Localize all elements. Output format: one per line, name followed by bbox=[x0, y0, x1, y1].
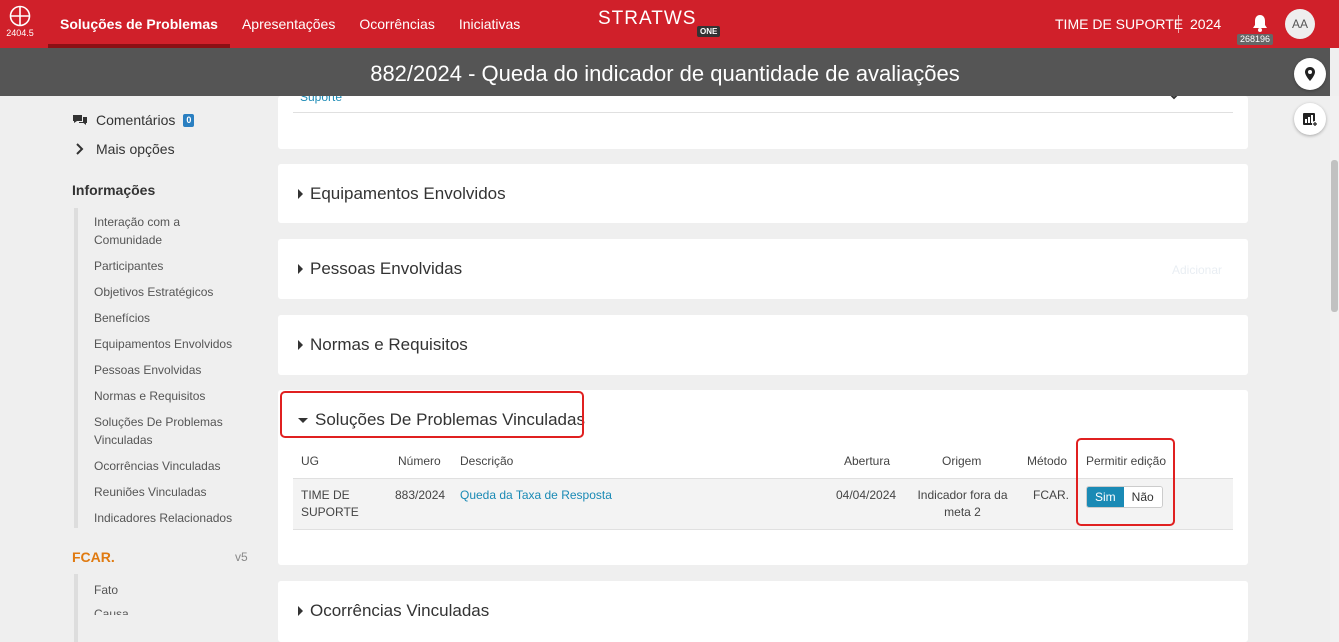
section-pessoas-title: Pessoas Envolvidas bbox=[310, 259, 463, 278]
app-logo[interactable]: 2404.5 bbox=[4, 5, 36, 45]
brand-sub: ONE bbox=[697, 26, 721, 37]
comments-icon bbox=[73, 115, 87, 125]
section-equipamentos-toggle[interactable]: Equipamentos Envolvidos bbox=[298, 184, 506, 204]
section-solucoes-title: Soluções De Problemas Vinculadas bbox=[315, 410, 585, 429]
section-pessoas: Pessoas Envolvidas Adicionar bbox=[278, 239, 1248, 299]
add-report-button[interactable] bbox=[1294, 103, 1326, 135]
section-normas-toggle[interactable]: Normas e Requisitos bbox=[298, 335, 468, 355]
section-solucoes-toggle[interactable]: Soluções De Problemas Vinculadas bbox=[298, 410, 585, 430]
cell-numero: 883/2024 bbox=[395, 488, 446, 502]
fcar-item-causa[interactable]: Causa bbox=[78, 605, 248, 615]
chevron-right-icon bbox=[76, 143, 84, 155]
col-ug-header: UG bbox=[301, 454, 319, 468]
cell-origem: Indicador fora da meta 2 bbox=[917, 488, 1008, 519]
bell-icon[interactable] bbox=[1250, 13, 1270, 33]
info-item-objetivos[interactable]: Objetivos Estratégicos bbox=[78, 283, 248, 301]
comments-label: Comentários bbox=[96, 112, 176, 128]
info-item-indicadores[interactable]: Indicadores Relacionados bbox=[78, 509, 248, 527]
caret-down-icon bbox=[298, 417, 308, 423]
section-ocorrencias-title: Ocorrências Vinculadas bbox=[310, 601, 490, 620]
info-item-reunioes[interactable]: Reuniões Vinculadas bbox=[78, 483, 248, 501]
cell-descricao-link[interactable]: Queda da Taxa de Resposta bbox=[460, 487, 612, 504]
info-item-equipamentos[interactable]: Equipamentos Envolvidos bbox=[78, 335, 248, 353]
info-heading: Informações bbox=[72, 182, 156, 198]
info-item-solucoes[interactable]: Soluções De Problemas Vinculadas bbox=[78, 413, 228, 449]
brand-word: STRATWS bbox=[598, 8, 697, 29]
section-ocorrencias: Ocorrências Vinculadas bbox=[278, 581, 1248, 642]
team-selector[interactable]: TIME DE SUPORTE bbox=[1055, 0, 1183, 48]
section-equipamentos: Equipamentos Envolvidos bbox=[278, 164, 1248, 223]
section-normas-title: Normas e Requisitos bbox=[310, 335, 468, 354]
page-title: 882/2024 - Queda do indicador de quantid… bbox=[370, 61, 960, 86]
notification-badge: 268196 bbox=[1237, 34, 1274, 45]
scrollbar-thumb[interactable] bbox=[1331, 160, 1338, 312]
nav-ocorrencias[interactable]: Ocorrências bbox=[347, 0, 446, 48]
version-label: 2404.5 bbox=[6, 28, 34, 38]
comments-count-badge: 0 bbox=[183, 113, 195, 127]
location-button[interactable] bbox=[1294, 58, 1326, 90]
chevron-down-icon[interactable] bbox=[1168, 96, 1180, 102]
comments-link[interactable]: Comentários 0 bbox=[72, 112, 195, 128]
caret-right-icon bbox=[298, 189, 303, 199]
page-title-bar: 882/2024 - Queda do indicador de quantid… bbox=[0, 48, 1330, 96]
add-person-button[interactable]: Adicionar bbox=[1172, 263, 1222, 277]
col-metodo-header: Método bbox=[1027, 454, 1068, 468]
info-item-pessoas[interactable]: Pessoas Envolvidas bbox=[78, 361, 248, 379]
col-permitir-header: Permitir edição bbox=[1086, 454, 1167, 468]
toggle-sim[interactable]: Sim bbox=[1087, 487, 1124, 507]
section-pessoas-toggle[interactable]: Pessoas Envolvidas bbox=[298, 259, 462, 279]
brand-logo[interactable]: STRATWS ONE bbox=[598, 8, 723, 38]
caret-right-icon bbox=[298, 606, 303, 616]
info-item-normas[interactable]: Normas e Requisitos bbox=[78, 387, 248, 405]
info-nav-list: Interação com a Comunidade Participantes… bbox=[74, 208, 232, 528]
nav-iniciativas[interactable]: Iniciativas bbox=[447, 0, 532, 48]
col-origem-header: Origem bbox=[942, 454, 982, 468]
top-card-partial: Suporte bbox=[278, 96, 1248, 149]
toggle-nao[interactable]: Não bbox=[1123, 487, 1162, 507]
col-descricao-header: Descrição bbox=[460, 454, 514, 468]
section-equipamentos-title: Equipamentos Envolvidos bbox=[310, 184, 506, 203]
chart-add-icon bbox=[1303, 113, 1318, 127]
col-numero-header: Número bbox=[398, 454, 441, 468]
section-normas: Normas e Requisitos bbox=[278, 315, 1248, 375]
more-options-link[interactable]: Mais opções bbox=[72, 141, 175, 157]
cell-abertura: 04/04/2024 bbox=[836, 488, 897, 502]
nav-solucoes[interactable]: Soluções de Problemas bbox=[48, 0, 230, 48]
top-card-row: Suporte bbox=[293, 96, 1233, 113]
cell-ug: TIME DE SUPORTE bbox=[301, 488, 359, 519]
section-solucoes: Soluções De Problemas Vinculadas UG Núme… bbox=[278, 390, 1248, 565]
fcar-heading: FCAR. bbox=[72, 549, 115, 565]
divider bbox=[1178, 15, 1179, 33]
info-item-ocorrencias[interactable]: Ocorrências Vinculadas bbox=[78, 457, 248, 475]
caret-right-icon bbox=[298, 340, 303, 350]
fcar-nav-list: Fato Causa bbox=[74, 574, 129, 642]
info-item-participantes[interactable]: Participantes bbox=[78, 257, 248, 275]
section-ocorrencias-toggle[interactable]: Ocorrências Vinculadas bbox=[298, 601, 489, 621]
top-navbar: 2404.5 Soluções de Problemas Apresentaçõ… bbox=[0, 0, 1339, 48]
avatar[interactable]: AA bbox=[1285, 9, 1315, 39]
year-selector[interactable]: 2024 bbox=[1190, 0, 1221, 48]
info-item-interacao[interactable]: Interação com a Comunidade bbox=[78, 213, 248, 249]
fcar-version: v5 bbox=[235, 550, 248, 564]
fcar-item-fato[interactable]: Fato bbox=[78, 581, 248, 599]
cell-metodo: FCAR. bbox=[1033, 488, 1069, 502]
nav-apresentacoes[interactable]: Apresentações bbox=[230, 0, 347, 48]
more-options-label: Mais opções bbox=[96, 141, 175, 157]
logo-icon bbox=[9, 5, 31, 27]
col-abertura-header: Abertura bbox=[844, 454, 891, 468]
map-pin-icon bbox=[1305, 67, 1315, 81]
main-nav: Soluções de Problemas Apresentações Ocor… bbox=[48, 0, 532, 48]
info-item-beneficios[interactable]: Benefícios bbox=[78, 309, 248, 327]
caret-right-icon bbox=[298, 264, 303, 274]
top-card-link[interactable]: Suporte bbox=[300, 96, 342, 104]
permitir-edicao-toggle[interactable]: Sim Não bbox=[1086, 486, 1163, 508]
